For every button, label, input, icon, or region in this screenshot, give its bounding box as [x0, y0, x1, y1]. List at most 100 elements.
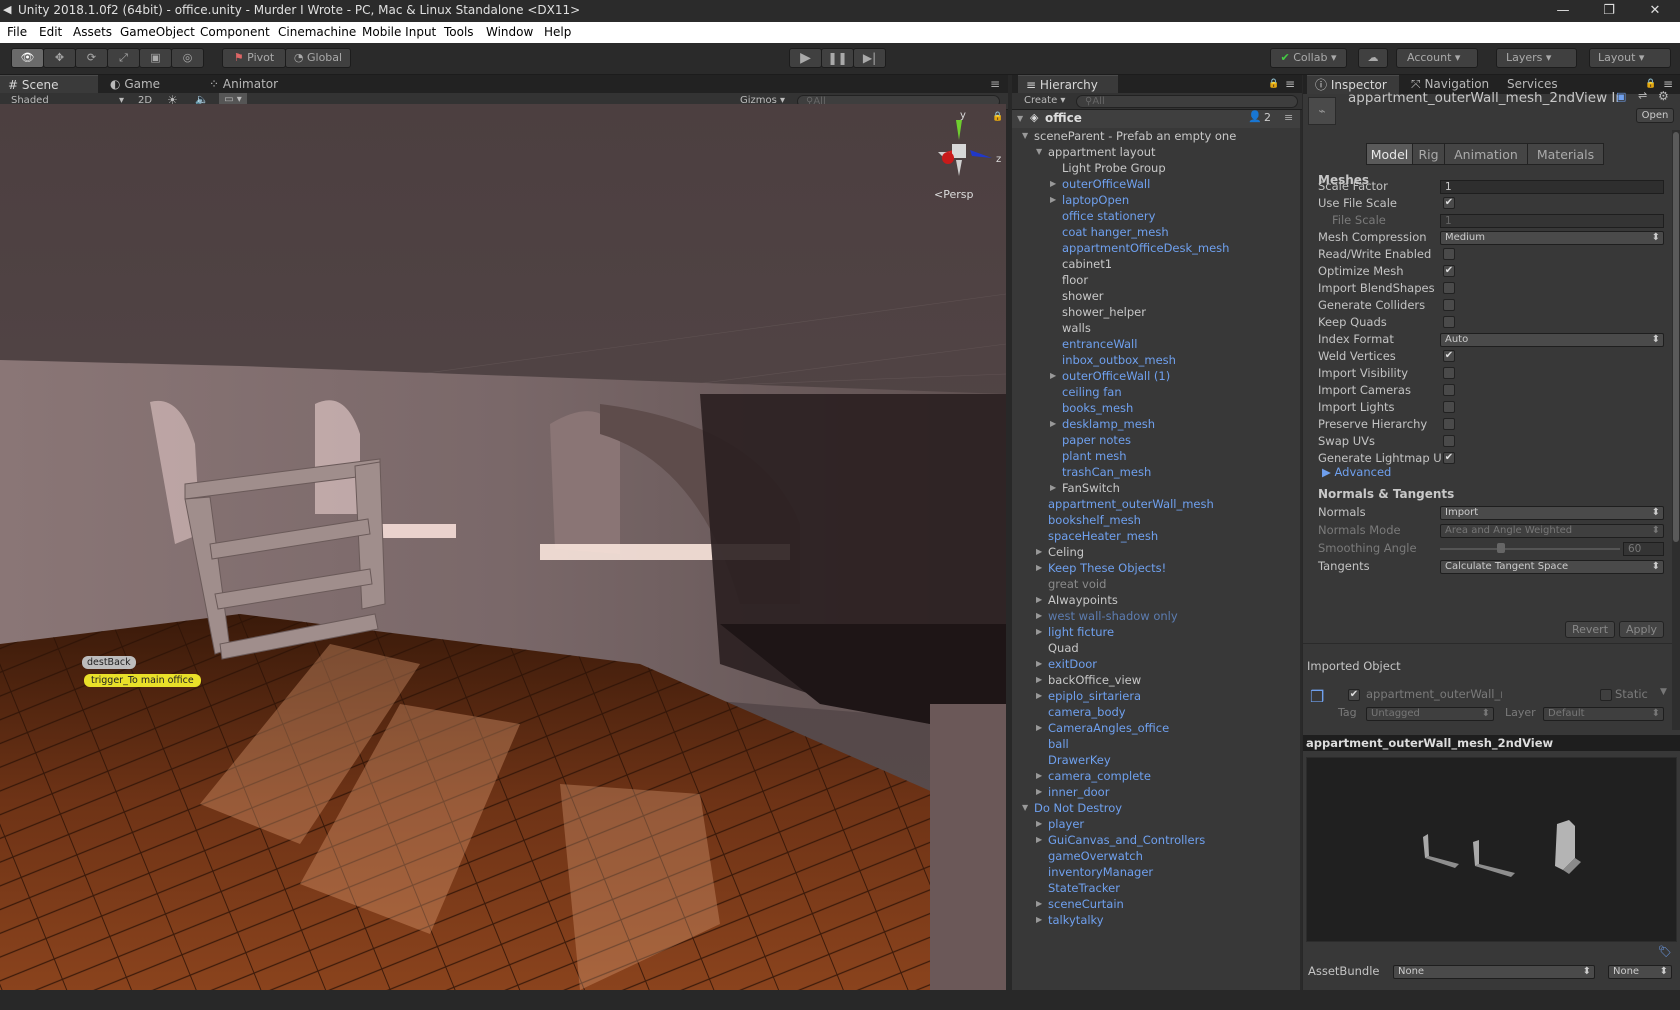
hierarchy-menu-icon[interactable]: ≡	[1285, 75, 1299, 94]
hierarchy-item[interactable]: inventoryManager	[1012, 864, 1300, 880]
open-button[interactable]: Open	[1636, 108, 1674, 123]
rect-tool-button[interactable]: ▣	[139, 48, 172, 68]
keep-quads-checkbox[interactable]	[1443, 316, 1455, 328]
hierarchy-item[interactable]: ▶ talkytalky	[1012, 912, 1300, 928]
inspector-scrollbar-thumb[interactable]	[1673, 132, 1679, 542]
hierarchy-item[interactable]: camera_body	[1012, 704, 1300, 720]
hierarchy-item[interactable]: ball	[1012, 736, 1300, 752]
hierarchy-item[interactable]: ▶ backOffice_view	[1012, 672, 1300, 688]
tangents-dropdown[interactable]: Calculate Tangent Space ⬍	[1440, 560, 1664, 574]
collapsed-arrow-icon[interactable]: ▶	[1050, 192, 1056, 208]
hierarchy-item[interactable]: inbox_outbox_mesh	[1012, 352, 1300, 368]
hierarchy-item[interactable]: trashCan_mesh	[1012, 464, 1300, 480]
tab-game[interactable]: ◐ Game	[102, 75, 192, 94]
inspector-scrollbar[interactable]	[1672, 130, 1680, 730]
menu-gameobject[interactable]: GameObject	[120, 25, 195, 39]
expanded-arrow-icon[interactable]: ▼	[1036, 144, 1042, 160]
cloud-button[interactable]: ☁	[1358, 48, 1388, 68]
tab-animation[interactable]: Animation	[1444, 143, 1528, 165]
transform-tool-button[interactable]: ◎	[171, 48, 204, 68]
preview-header[interactable]: appartment_outerWall_mesh_2ndView	[1303, 735, 1680, 751]
hierarchy-lock-icon[interactable]: 🔒	[1268, 75, 1282, 94]
hierarchy-item[interactable]: ▶ GuiCanvas_and_Controllers	[1012, 832, 1300, 848]
hierarchy-item[interactable]: ▶ desklamp_mesh	[1012, 416, 1300, 432]
menu-file[interactable]: File	[7, 25, 27, 39]
collapsed-arrow-icon[interactable]: ▶	[1036, 816, 1042, 832]
index-format-dropdown[interactable]: Auto ⬍	[1440, 333, 1664, 347]
collapsed-arrow-icon[interactable]: ▶	[1036, 720, 1042, 736]
collapsed-arrow-icon[interactable]: ▶	[1050, 176, 1056, 192]
collapsed-arrow-icon[interactable]: ▶	[1036, 560, 1042, 576]
hierarchy-item[interactable]: gameOverwatch	[1012, 848, 1300, 864]
menu-cinemachine[interactable]: Cinemachine	[278, 25, 356, 39]
hierarchy-item[interactable]: walls	[1012, 320, 1300, 336]
help-icon[interactable]: ▣	[1616, 90, 1626, 103]
tab-scene[interactable]: # Scene	[0, 75, 98, 94]
preserve-hierarchy-checkbox[interactable]	[1443, 418, 1455, 430]
weld-vertices-checkbox[interactable]: ✔	[1443, 350, 1455, 362]
perspective-label[interactable]: <Persp	[934, 188, 973, 201]
menu-component[interactable]: Component	[200, 25, 270, 39]
menu-tools[interactable]: Tools	[444, 25, 474, 39]
smoothing-slider-track[interactable]	[1440, 548, 1620, 550]
expand-arrow-icon[interactable]: ▼	[1017, 114, 1023, 123]
tab-rig[interactable]: Rig	[1412, 143, 1445, 165]
import-blendshapes-checkbox[interactable]	[1443, 282, 1455, 294]
hierarchy-item[interactable]: spaceHeater_mesh	[1012, 528, 1300, 544]
hierarchy-item[interactable]: appartmentOfficeDesk_mesh	[1012, 240, 1300, 256]
collapsed-arrow-icon[interactable]: ▶	[1036, 768, 1042, 784]
collapsed-arrow-icon[interactable]: ▶	[1036, 608, 1042, 624]
hierarchy-item[interactable]: ▶ outerOfficeWall (1)	[1012, 368, 1300, 384]
collapsed-arrow-icon[interactable]: ▶	[1036, 688, 1042, 704]
collapsed-arrow-icon[interactable]: ▶	[1050, 416, 1056, 432]
pivot-toggle[interactable]: ⚑ Pivot	[222, 48, 286, 68]
tab-materials[interactable]: Materials	[1527, 143, 1604, 165]
advanced-foldout[interactable]: ▶ Advanced	[1322, 465, 1391, 479]
smoothing-angle-field[interactable]: 60	[1623, 542, 1664, 556]
hierarchy-item[interactable]: StateTracker	[1012, 880, 1300, 896]
hierarchy-item[interactable]: ▶ FanSwitch	[1012, 480, 1300, 496]
collapsed-arrow-icon[interactable]: ▶	[1036, 544, 1042, 560]
hierarchy-item[interactable]: Light Probe Group	[1012, 160, 1300, 176]
expanded-arrow-icon[interactable]: ▼	[1022, 800, 1028, 816]
revert-button[interactable]: Revert	[1565, 621, 1615, 638]
menu-edit[interactable]: Edit	[39, 25, 62, 39]
generate-lightmap-u-checkbox[interactable]: ✔	[1443, 452, 1455, 464]
hierarchy-item[interactable]: ▼ Do Not Destroy	[1012, 800, 1300, 816]
layout-dropdown[interactable]: Layout ▾	[1589, 48, 1671, 68]
hierarchy-item[interactable]: floor	[1012, 272, 1300, 288]
normals-mode-dropdown[interactable]: Area and Angle Weighted ⬍	[1440, 524, 1664, 538]
hierarchy-item[interactable]: Quad	[1012, 640, 1300, 656]
scale-factor-field[interactable]: 1	[1440, 180, 1664, 194]
menu-help[interactable]: Help	[544, 25, 571, 39]
maximize-button[interactable]: ❐	[1586, 0, 1632, 22]
scale-tool-button[interactable]: ⤢	[107, 48, 140, 68]
scene-menu-icon[interactable]: ≡	[1284, 111, 1293, 124]
normals-dropdown[interactable]: Import ⬍	[1440, 506, 1664, 520]
panel-menu-icon[interactable]: ≡	[990, 75, 1006, 94]
apply-button[interactable]: Apply	[1619, 621, 1664, 638]
hierarchy-search-input[interactable]: ⚲All	[1076, 95, 1298, 108]
layer-dropdown[interactable]: Default ⬍	[1543, 707, 1664, 721]
assetbundle-variant-dropdown[interactable]: None ⬍	[1608, 965, 1672, 979]
assetbundle-dropdown[interactable]: None ⬍	[1393, 965, 1595, 979]
generate-colliders-checkbox[interactable]	[1443, 299, 1455, 311]
use-file-scale-checkbox[interactable]: ✔	[1443, 197, 1455, 209]
hierarchy-item[interactable]: ▶ AIwaypoints	[1012, 592, 1300, 608]
hierarchy-item[interactable]: ▶ laptopOpen	[1012, 192, 1300, 208]
hierarchy-item[interactable]: ceiling fan	[1012, 384, 1300, 400]
import-lights-checkbox[interactable]	[1443, 401, 1455, 413]
tab-model[interactable]: Model	[1366, 143, 1413, 165]
optimize-mesh-checkbox[interactable]: ✔	[1443, 265, 1455, 277]
hierarchy-item[interactable]: ▶ player	[1012, 816, 1300, 832]
lock-icon[interactable]: 🔒	[992, 112, 1003, 122]
menu-assets[interactable]: Assets	[73, 25, 112, 39]
hierarchy-item[interactable]: ▶ sceneCurtain	[1012, 896, 1300, 912]
hierarchy-item[interactable]: books_mesh	[1012, 400, 1300, 416]
hierarchy-item[interactable]: coat hanger_mesh	[1012, 224, 1300, 240]
play-button[interactable]: ▶	[789, 48, 822, 68]
collab-dropdown[interactable]: ✔ Collab ▾	[1270, 48, 1347, 68]
step-button[interactable]: ▶|	[853, 48, 886, 68]
tab-hierarchy[interactable]: ≡ Hierarchy	[1018, 75, 1118, 94]
read-write-enabled-checkbox[interactable]	[1443, 248, 1455, 260]
